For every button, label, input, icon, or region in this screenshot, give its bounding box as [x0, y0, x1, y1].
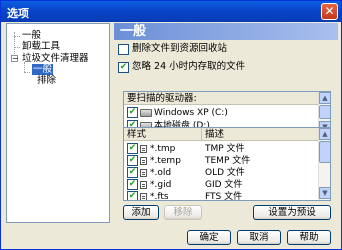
ignore-recent-checkbox[interactable]: ✔ [118, 62, 129, 73]
list-item[interactable]: ✔ Windows XP (C:) [124, 107, 319, 119]
description-cell: FTS 文件 [205, 192, 243, 201]
scroll-thumb[interactable] [319, 141, 330, 163]
tree-item-label: 排除 [37, 75, 57, 86]
pattern-cell: *.gid [150, 180, 172, 190]
pattern-list: 样式 描述 ✔ *.tmp TMP 文件 ✔ *.temp TEMP 文件 ✔ … [123, 127, 331, 201]
column-header-description[interactable]: 描述 [202, 128, 319, 141]
tree-item-label: 卸载工具 [22, 41, 61, 52]
file-icon [140, 157, 147, 165]
drive-checkbox[interactable]: ✔ [127, 107, 138, 118]
recycle-bin-checkbox[interactable] [118, 44, 129, 55]
table-row[interactable]: ✔ *.temp TEMP 文件 [124, 155, 319, 167]
description-cell: TMP 文件 [205, 144, 245, 154]
description-cell: OLD 文件 [205, 168, 245, 178]
pattern-cell: *.tmp [150, 144, 176, 154]
remove-button[interactable]: 移除 [164, 205, 202, 220]
tree-item-uninstall-tool[interactable]: 卸载工具 [22, 41, 60, 52]
drive-label: Windows XP (C:) [154, 108, 228, 118]
pattern-cell: *.fts [150, 192, 169, 201]
pattern-scrollbar[interactable]: ▲ ▼ [318, 128, 330, 200]
title-bar[interactable]: 选项 ✕ [1, 1, 341, 22]
table-row[interactable]: ✔ *.tmp TMP 文件 [124, 143, 319, 155]
scroll-thumb[interactable] [319, 105, 330, 119]
file-icon [140, 181, 147, 189]
help-button[interactable]: 帮助 [287, 230, 331, 245]
pattern-checkbox[interactable]: ✔ [127, 143, 138, 154]
table-row[interactable]: ✔ *.gid GID 文件 [124, 179, 319, 191]
tree-item-label: 垃圾文件清理器 [22, 53, 89, 64]
tree-line [24, 72, 30, 73]
ignore-recent-label: 忽略 24 小时内存取的文件 [132, 61, 246, 72]
add-button[interactable]: 添加 [123, 205, 159, 220]
options-window: 选项 ✕ 一般 卸载工具 − 垃圾文件清理器 一般 排除 一般 删除文件到资源回… [0, 0, 342, 250]
tree-line [14, 47, 20, 48]
file-icon [140, 193, 147, 200]
panel-header: 一般 [114, 23, 338, 40]
pattern-checkbox[interactable]: ✔ [127, 167, 138, 178]
options-tree: 一般 卸载工具 − 垃圾文件清理器 一般 排除 [6, 23, 110, 223]
tree-line [14, 36, 20, 37]
scroll-up-icon[interactable]: ▲ [319, 92, 330, 104]
description-cell: GID 文件 [205, 180, 243, 190]
tree-item-exclude[interactable]: 排除 [37, 75, 56, 86]
close-button[interactable]: ✕ [321, 3, 338, 20]
pattern-checkbox[interactable]: ✔ [127, 179, 138, 190]
tree-item-label: 一般 [22, 30, 42, 41]
pattern-cell: *.old [150, 168, 172, 178]
pattern-checkbox[interactable]: ✔ [127, 155, 138, 166]
collapse-icon[interactable]: − [11, 55, 19, 63]
file-icon [140, 169, 147, 177]
recycle-bin-label: 删除文件到资源回收站 [132, 43, 228, 54]
tree-item-junk-cleaner[interactable]: 垃圾文件清理器 [22, 53, 89, 64]
tree-item-label: 一般 [32, 64, 54, 75]
drive-icon [140, 109, 152, 117]
ok-button[interactable]: 确定 [187, 230, 231, 245]
pattern-cell: *.temp [150, 156, 181, 166]
file-icon [140, 145, 147, 153]
pattern-checkbox[interactable]: ✔ [127, 191, 138, 200]
drive-list-header: 要扫描的驱动器: [124, 92, 319, 105]
table-row[interactable]: ✔ *.fts FTS 文件 [124, 191, 319, 201]
table-row[interactable]: ✔ *.old OLD 文件 [124, 167, 319, 179]
tree-item-general[interactable]: 一般 [22, 30, 41, 41]
set-default-button[interactable]: 设置为预设 [253, 205, 331, 220]
description-cell: TEMP 文件 [205, 156, 251, 166]
window-title: 选项 [7, 7, 29, 20]
scroll-up-icon[interactable]: ▲ [319, 128, 330, 140]
close-icon: ✕ [324, 4, 335, 18]
scroll-down-icon[interactable]: ▼ [319, 187, 330, 199]
tree-item-cleaner-general[interactable]: 一般 [32, 64, 54, 75]
cancel-button[interactable]: 取消 [237, 230, 281, 245]
column-header-pattern[interactable]: 样式 [124, 128, 202, 141]
